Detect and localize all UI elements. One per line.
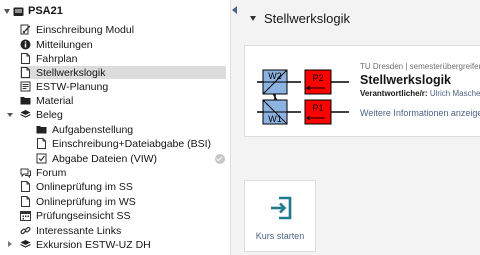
learning-module-icon <box>20 109 31 120</box>
file-icon <box>20 181 31 192</box>
collapse-caret-icon[interactable] <box>4 8 10 14</box>
nav-item-pruefungseinsicht[interactable]: Prüfungseinsicht SS <box>20 209 131 222</box>
nav-item-mitteilungen[interactable]: Mitteilungen <box>20 38 93 51</box>
nav-item-onlinepruefung-ws[interactable]: Onlineprüfung im WS <box>20 195 136 208</box>
file-icon <box>36 138 47 149</box>
course-tree: PSA21 Einschreibung Modul Mitteilungen F… <box>0 0 231 255</box>
sign-in-icon <box>271 196 292 220</box>
start-course-label: Kurs starten <box>255 231 305 241</box>
course-meta: TU Dresden | semesterübergreifend <box>360 62 480 71</box>
nav-item-label: Onlineprüfung im SS <box>36 180 133 193</box>
forum-icon <box>20 167 31 178</box>
more-info-link[interactable]: Weitere Informationen anzeigen <box>360 108 480 118</box>
page-title: Stellwerkslogik <box>264 11 350 26</box>
section-header[interactable]: Stellwerkslogik <box>250 11 350 26</box>
nav-item-exkursion[interactable]: Exkursion ESTW-UZ DH <box>20 238 151 251</box>
nav-item-material[interactable]: Material <box>20 94 73 107</box>
register-icon <box>20 24 31 35</box>
signal-p1-label: P1 <box>312 103 323 113</box>
completed-check-icon <box>215 154 225 164</box>
nav-item-label: Onlineprüfung im WS <box>36 195 136 208</box>
exercise-icon <box>36 153 47 164</box>
section-collapse-icon[interactable] <box>250 16 256 21</box>
nav-item-aufgabenstellung[interactable]: Aufgabenstellung <box>36 123 133 136</box>
start-course-button[interactable]: Kurs starten <box>244 180 316 252</box>
expand-caret-icon[interactable] <box>7 113 13 117</box>
link-icon <box>20 225 31 236</box>
tree-root-label: PSA21 <box>28 5 63 17</box>
info-icon <box>20 39 31 50</box>
tree-root[interactable]: PSA21 <box>4 4 63 18</box>
responsible-link[interactable]: Ulrich Maschek <box>430 89 480 98</box>
nav-item-label: Einschreibung Modul <box>36 23 135 36</box>
nav-item-label: Aufgabenstellung <box>52 123 134 136</box>
signal-p2-label: P2 <box>312 73 323 83</box>
content-area: Stellwerkslogik W2 W1 P2 P1 TU Dresden |… <box>238 0 480 255</box>
nav-item-label: Einschreibung+Dateiabgabe (BSI) <box>52 137 212 150</box>
nav-item-onlinepruefung-ss[interactable]: Onlineprüfung im SS <box>20 180 133 193</box>
nav-item-stellwerkslogik[interactable]: Stellwerkslogik <box>20 66 226 79</box>
file-icon <box>20 53 31 64</box>
file-icon <box>20 196 31 207</box>
switch-w1-label: W1 <box>268 114 282 124</box>
course-responsible: Verantwortliche/r: Ulrich Maschek <box>360 89 480 98</box>
course-title[interactable]: Stellwerkslogik <box>360 73 480 87</box>
learning-module-icon <box>20 239 31 250</box>
folder-icon <box>20 95 31 106</box>
course-thumbnail: W2 W1 P2 P1 <box>257 69 349 125</box>
nav-item-beleg[interactable]: Beleg <box>20 108 63 121</box>
nav-item-label: Beleg <box>36 108 63 121</box>
course-card: W2 W1 P2 P1 TU Dresden | semesterübergre… <box>244 45 480 137</box>
file-icon <box>20 67 31 78</box>
course-icon <box>13 6 24 17</box>
nav-item-label: Fahrplan <box>36 52 78 65</box>
tree-splitter[interactable] <box>231 0 238 255</box>
document-icon <box>20 81 31 92</box>
nav-item-label: Mitteilungen <box>36 38 93 51</box>
nav-item-label: Material <box>36 94 74 107</box>
course-info: TU Dresden | semesterübergreifend Stellw… <box>360 62 480 98</box>
nav-item-einschreibung-dateiabgabe[interactable]: Einschreibung+Dateiabgabe (BSI) <box>36 137 211 150</box>
nav-item-einschreibung-modul[interactable]: Einschreibung Modul <box>20 23 134 36</box>
collapse-tree-icon[interactable] <box>232 6 237 14</box>
nav-item-label: Forum <box>36 166 67 179</box>
nav-item-label: Stellwerkslogik <box>36 66 106 79</box>
nav-item-abgabe-dateien[interactable]: Abgabe Dateien (VIW) <box>36 152 157 165</box>
expand-caret-icon[interactable] <box>8 241 12 247</box>
nav-item-interessante-links[interactable]: Interessante Links <box>20 224 121 237</box>
nav-item-forum[interactable]: Forum <box>20 166 66 179</box>
nav-item-label: Abgabe Dateien (VIW) <box>52 152 158 165</box>
calendar-icon <box>20 210 31 221</box>
nav-item-label: Exkursion ESTW-UZ DH <box>36 238 151 251</box>
switch-w2-label: W2 <box>268 71 282 81</box>
nav-item-label: Prüfungseinsicht SS <box>36 209 131 222</box>
folder-icon <box>36 124 47 135</box>
nav-item-estw-planung[interactable]: ESTW-Planung <box>20 80 108 93</box>
nav-item-label: Interessante Links <box>36 224 122 237</box>
nav-item-label: ESTW-Planung <box>36 80 109 93</box>
responsible-label: Verantwortliche/r: <box>360 89 428 98</box>
nav-item-fahrplan[interactable]: Fahrplan <box>20 52 77 65</box>
